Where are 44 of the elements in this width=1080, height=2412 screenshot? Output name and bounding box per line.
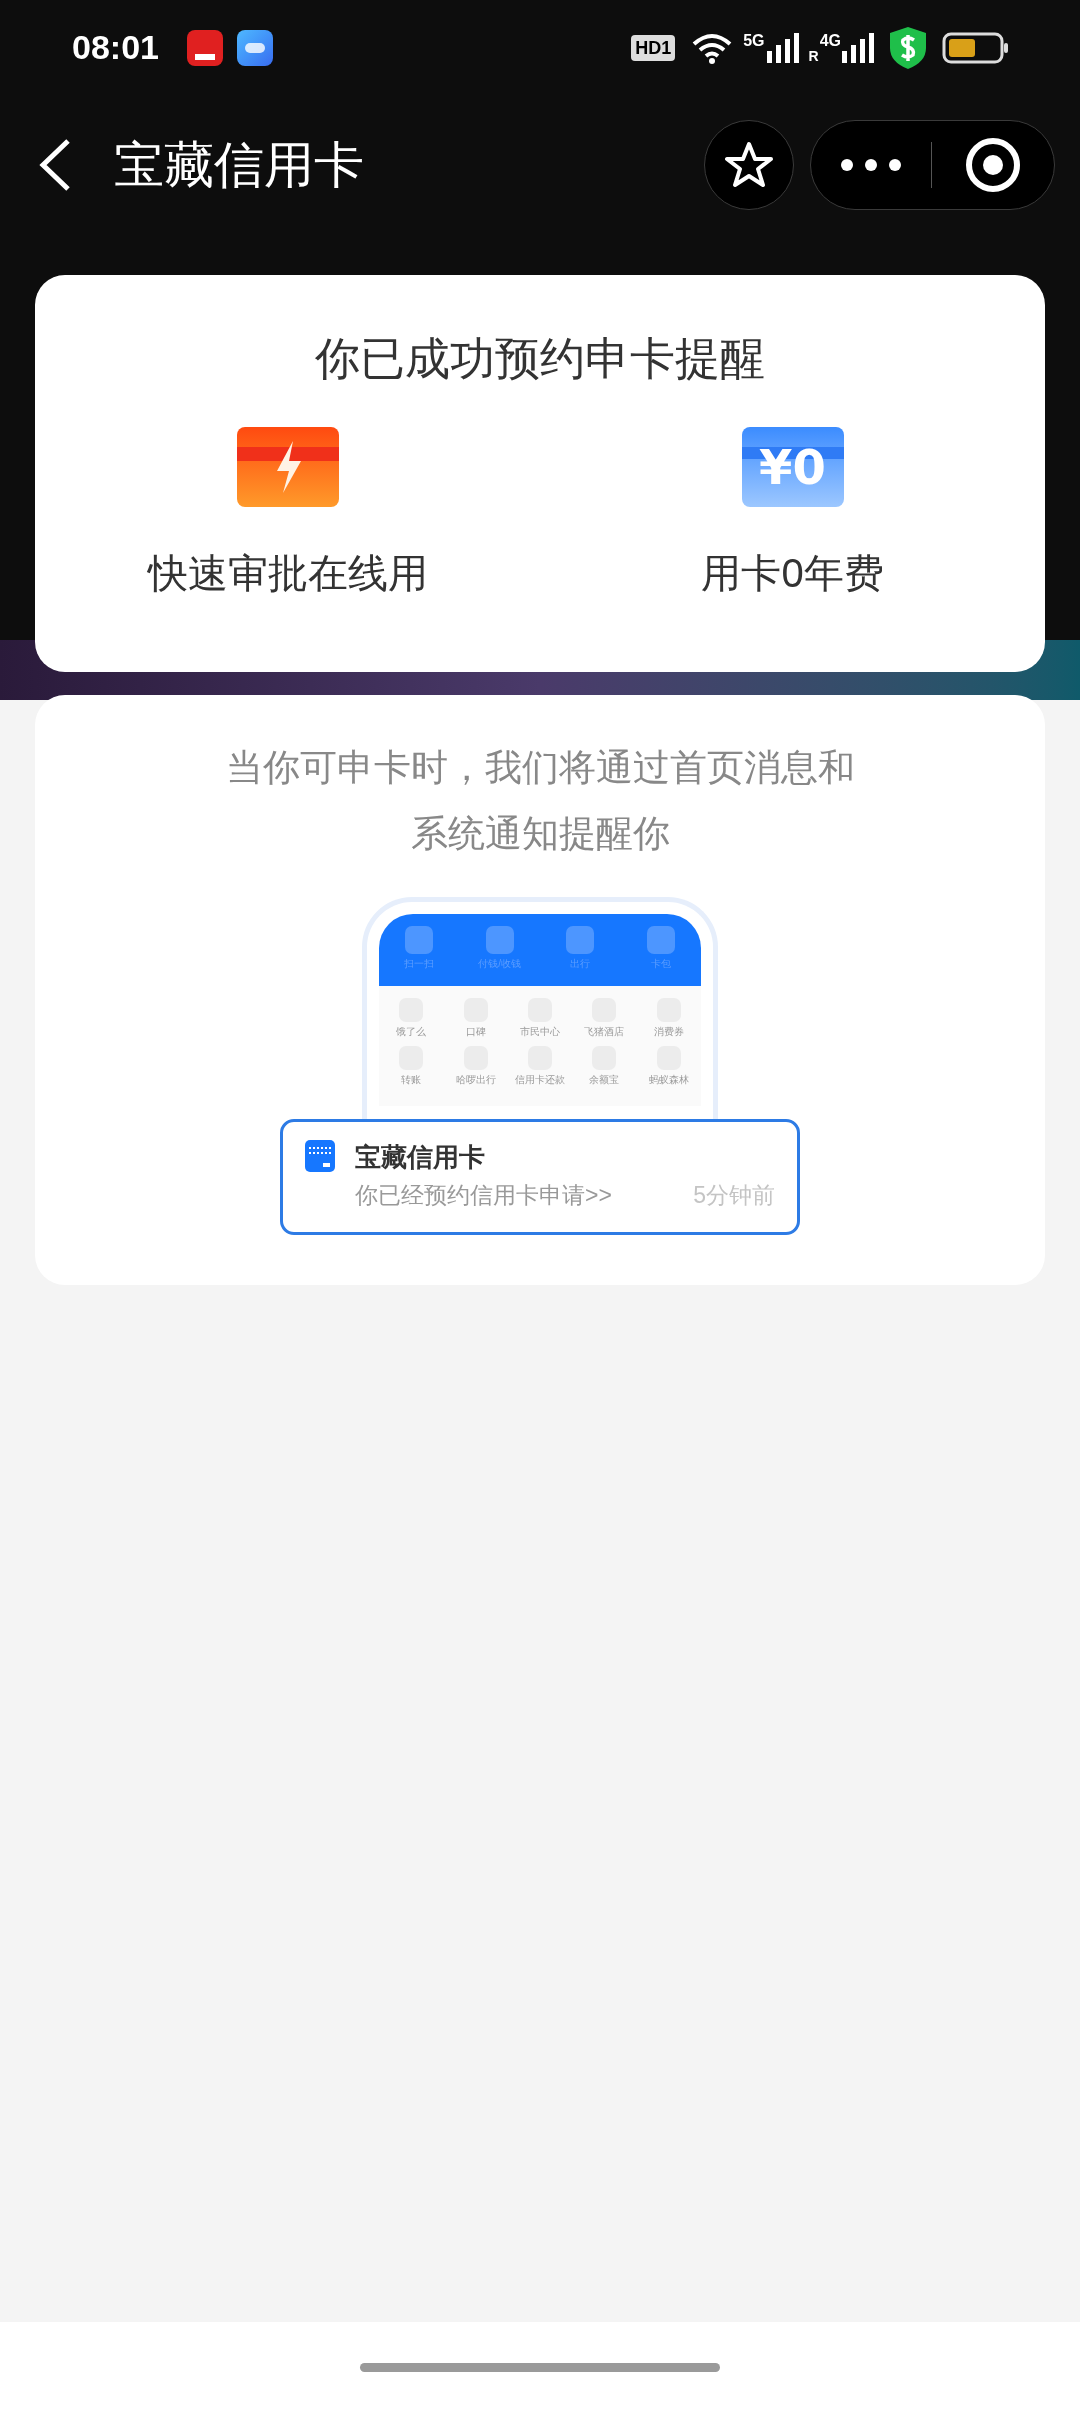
page-title: 宝藏信用卡	[114, 135, 364, 195]
card-app-icon	[305, 1140, 335, 1172]
app-label: 信用卡还款	[515, 1074, 565, 1086]
app-label: 哈啰出行	[455, 1074, 496, 1086]
app-tile-icon	[485, 926, 514, 954]
info-message: 当你可申卡时，我们将通过首页消息和系统通知提醒你	[224, 746, 856, 856]
feature-label: 用卡0年费	[701, 549, 884, 597]
battery-icon	[942, 31, 1008, 64]
more-icon	[841, 159, 901, 171]
app-tile-icon	[646, 926, 675, 954]
feature-label: 快速审批在线用	[147, 549, 428, 597]
shield-dollar-icon	[888, 25, 928, 70]
hd-badge: HD1	[631, 34, 676, 61]
back-icon[interactable]	[38, 138, 72, 192]
roaming-label: R	[808, 48, 819, 63]
yuan-card-icon: ¥0	[741, 426, 844, 507]
app-label: 飞猪酒店	[584, 1026, 625, 1038]
notification-title: 宝藏信用卡	[355, 1141, 486, 1174]
app-notification-icon	[186, 29, 223, 66]
network-label: 4G	[819, 32, 841, 49]
app-label: 口碑	[465, 1026, 486, 1038]
notification-time: 5分钟前	[693, 1181, 775, 1210]
success-title: 你已成功预约申卡提醒	[315, 332, 765, 386]
wifi-icon	[691, 31, 734, 64]
signal-icon	[842, 32, 874, 63]
app-label: 市民中心	[520, 1026, 560, 1038]
cloud-app-icon	[236, 29, 273, 66]
app-tile-icon	[566, 926, 595, 954]
app-tile-icon	[405, 926, 434, 954]
target-icon	[965, 137, 1021, 193]
notification-text: 你已经预约信用卡申请>>	[355, 1181, 612, 1210]
app-label: 出行	[570, 958, 591, 970]
app-label: 蚂蚁森林	[648, 1074, 689, 1086]
app-label: 卡包	[650, 958, 671, 970]
app-label: 消费券	[653, 1026, 684, 1038]
home-indicator[interactable]	[360, 2362, 720, 2372]
star-icon	[724, 141, 774, 189]
app-label: 饿了么	[396, 1026, 427, 1038]
app-label: 转账	[401, 1074, 422, 1086]
app-label: 余额宝	[589, 1074, 620, 1086]
clock-time: 08:01	[72, 27, 159, 68]
network-label: 5G	[743, 32, 765, 49]
signal-icon	[766, 32, 799, 63]
lightning-card-icon	[236, 426, 339, 507]
